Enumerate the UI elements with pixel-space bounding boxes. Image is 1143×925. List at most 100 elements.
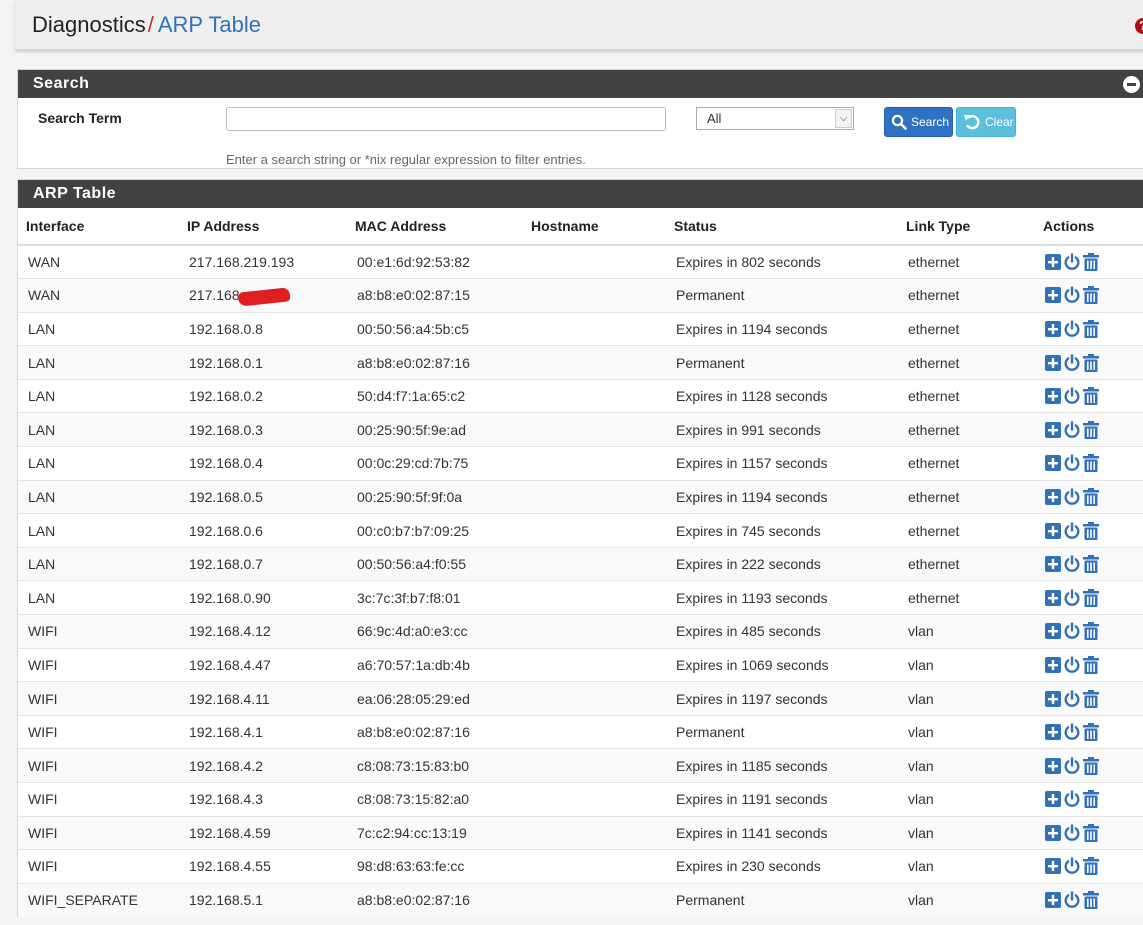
column-header-status[interactable]: Status [666,208,898,246]
interface-select[interactable]: All ⌵ [696,107,854,130]
trash-icon[interactable] [1083,521,1099,540]
power-icon[interactable] [1063,757,1081,775]
plus-square-icon[interactable] [1045,623,1061,640]
power-icon[interactable] [1063,723,1081,741]
column-header-interface[interactable]: Interface [18,208,179,246]
cell-interface: WIFI [18,647,179,682]
power-icon[interactable] [1063,891,1081,909]
power-icon[interactable] [1063,622,1081,640]
cell-ip-address-text: 192.168.4.47 [189,656,271,673]
breadcrumb-section[interactable]: Diagnostics [32,12,146,37]
plus-square-icon[interactable] [1045,254,1061,271]
trash-icon[interactable] [1083,790,1099,809]
trash-icon[interactable] [1083,891,1099,910]
power-icon[interactable] [1063,857,1081,875]
question-circle-icon[interactable]: ? [1135,18,1143,34]
trash-icon[interactable] [1083,253,1099,272]
plus-square-icon[interactable] [1045,354,1061,371]
plus-square-icon[interactable] [1045,757,1061,774]
plus-square-icon[interactable] [1045,320,1061,337]
trash-icon[interactable] [1083,689,1099,708]
cell-status-text: Expires in 1191 seconds [676,791,828,808]
trash-icon[interactable] [1083,588,1099,607]
plus-square-icon[interactable] [1045,556,1061,573]
cell-ip-address: 192.168.5.1 [179,882,347,917]
plus-square-icon[interactable] [1045,824,1061,841]
power-icon[interactable] [1063,656,1081,674]
trash-icon[interactable] [1083,286,1099,305]
search-input[interactable] [226,107,666,131]
plus-square-icon[interactable] [1045,488,1061,505]
power-icon[interactable] [1063,286,1081,304]
power-icon[interactable] [1063,353,1081,372]
table-header-row: Interface IP Address MAC Address Hostnam… [18,208,1143,246]
search-hint: Enter a search string or *nix regular ex… [226,152,586,167]
trash-icon[interactable] [1083,454,1099,473]
clear-button[interactable]: Clear [956,107,1016,137]
plus-square-icon[interactable] [1045,892,1061,909]
cell-hostname [523,479,666,514]
trash-icon[interactable] [1083,487,1099,506]
cell-interface-text: WIFI [28,690,58,707]
cell-ip-address-text: 192.168.0.5 [189,488,263,505]
row-actions [1045,387,1133,406]
trash-icon[interactable] [1083,555,1099,574]
power-icon[interactable] [1063,488,1081,506]
trash-icon[interactable] [1083,655,1099,674]
cell-interface-text: WAN [28,287,61,304]
plus-square-icon[interactable] [1045,388,1061,405]
cell-status-text: Permanent [676,287,745,304]
plus-square-icon[interactable] [1045,287,1061,304]
column-header-link-type[interactable]: Link Type [898,208,1035,246]
cell-mac-address: ea:06:28:05:29:ed [347,681,523,716]
cell-status: Expires in 1194 seconds [666,479,898,514]
power-icon[interactable] [1063,790,1081,808]
collapse-icon[interactable] [1123,76,1140,93]
trash-icon[interactable] [1083,756,1099,775]
cell-link-type: vlan [898,714,1035,749]
trash-icon[interactable] [1083,823,1099,842]
plus-square-icon[interactable] [1045,589,1061,606]
cell-status: Permanent [666,278,898,313]
plus-square-icon[interactable] [1045,656,1061,673]
power-icon[interactable] [1063,555,1081,573]
trash-icon[interactable] [1083,387,1099,406]
cell-link-type: vlan [898,782,1035,817]
cell-hostname [523,580,666,615]
power-icon[interactable] [1063,320,1081,338]
cell-interface-text: WIFI [28,791,58,808]
chevron-down-icon[interactable]: ⌵ [835,109,852,128]
cell-link-type-text: vlan [908,824,934,841]
search-panel: Search Search Term All ⌵ Search Clear En… [17,69,1143,169]
power-icon[interactable] [1063,689,1081,708]
plus-square-icon[interactable] [1045,858,1061,875]
column-header-ip[interactable]: IP Address [179,208,347,246]
power-icon[interactable] [1063,521,1081,540]
plus-square-icon[interactable] [1045,690,1061,707]
plus-square-icon[interactable] [1045,455,1061,472]
power-icon[interactable] [1063,253,1081,271]
trash-icon[interactable] [1083,857,1099,876]
power-icon[interactable] [1063,387,1081,405]
column-header-mac[interactable]: MAC Address [347,208,523,246]
power-icon[interactable] [1063,454,1081,472]
trash-icon[interactable] [1083,353,1099,372]
breadcrumb-page[interactable]: ARP Table [158,12,261,37]
cell-ip-address: 192.168.0.4 [179,446,347,481]
power-icon[interactable] [1063,421,1081,439]
search-button[interactable]: Search [884,107,953,137]
plus-square-icon[interactable] [1045,724,1061,741]
power-icon[interactable] [1063,824,1081,842]
plus-square-icon[interactable] [1045,522,1061,539]
cell-link-type-text: vlan [908,892,934,909]
page-header: Diagnostics/ARP Table ? [15,0,1143,50]
column-header-hostname[interactable]: Hostname [523,208,666,246]
trash-icon[interactable] [1083,420,1099,439]
power-icon[interactable] [1063,589,1081,607]
plus-square-icon[interactable] [1045,791,1061,808]
plus-square-icon[interactable] [1045,421,1061,438]
trash-icon[interactable] [1083,723,1099,742]
trash-icon[interactable] [1083,319,1099,338]
arp-table-panel: ARP Table Interface IP Address MAC Addre… [17,179,1143,917]
trash-icon[interactable] [1083,622,1099,641]
